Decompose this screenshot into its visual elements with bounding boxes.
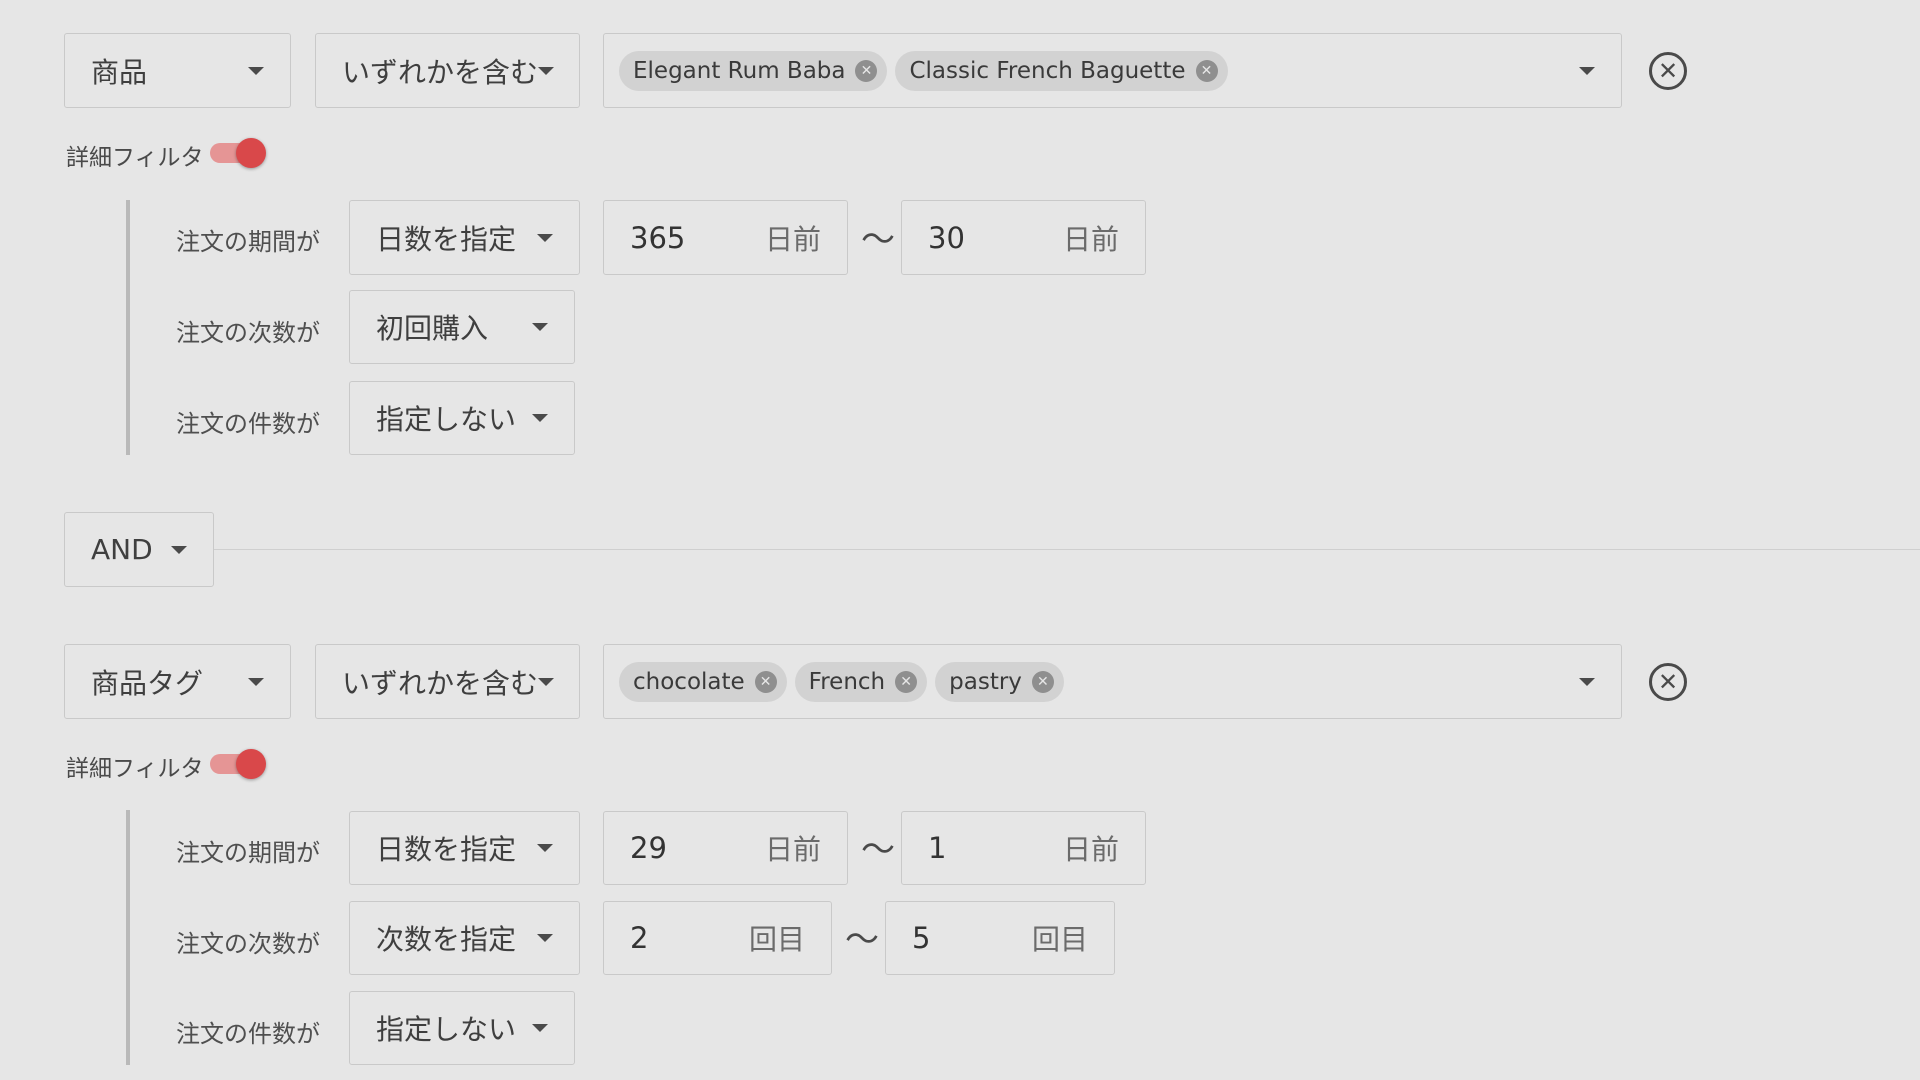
field-select[interactable]: 商品 xyxy=(64,33,291,108)
period-from-unit: 日前 xyxy=(764,222,821,256)
order-count-from-value: 2 xyxy=(630,921,649,955)
values-multiselect[interactable]: chocolate ✕ French ✕ pastry ✕ xyxy=(603,644,1622,719)
chip-list: chocolate ✕ French ✕ pastry ✕ xyxy=(604,661,1579,702)
order-count-to-value: 5 xyxy=(912,921,931,955)
logic-operator-label: AND xyxy=(91,533,153,566)
order-count-from-unit: 回目 xyxy=(748,923,805,956)
order-count-to-input[interactable]: 5 回目 xyxy=(885,901,1115,975)
range-tilde: 〜 xyxy=(845,920,879,960)
chip-close-icon[interactable]: ✕ xyxy=(855,59,878,82)
circle-x-icon[interactable]: ✕ xyxy=(1649,663,1687,701)
field-select-label: 商品タグ xyxy=(91,666,204,700)
period-from-input[interactable]: 29 日前 xyxy=(603,811,848,885)
period-to-value: 1 xyxy=(928,831,947,865)
period-to-value: 30 xyxy=(928,220,965,255)
caret-down-icon xyxy=(532,323,548,331)
period-from-input[interactable]: 365 日前 xyxy=(603,200,848,275)
value-chip: chocolate ✕ xyxy=(619,661,787,702)
order-count-select[interactable]: 初回購入 xyxy=(349,290,575,364)
period-mode-select[interactable]: 日数を指定 xyxy=(349,200,580,275)
detail-filter-label: 詳細フィルタ xyxy=(66,756,204,782)
order-count-select[interactable]: 次数を指定 xyxy=(349,901,580,975)
chip-close-icon[interactable]: ✕ xyxy=(895,670,918,693)
order-count-to-unit: 回目 xyxy=(1031,923,1088,956)
period-from-value: 365 xyxy=(630,220,686,255)
period-to-unit: 日前 xyxy=(1062,833,1119,866)
caret-down-icon xyxy=(171,545,187,554)
logic-divider xyxy=(214,549,1920,550)
chip-close-icon[interactable]: ✕ xyxy=(1031,670,1054,693)
order-number-label: 注文の件数が xyxy=(176,1020,320,1048)
order-number-select[interactable]: 指定しない xyxy=(349,991,575,1065)
detail-group-bar xyxy=(126,810,130,1065)
caret-down-icon xyxy=(532,1024,548,1032)
order-count-from-input[interactable]: 2 回目 xyxy=(603,901,832,975)
caret-down-icon xyxy=(537,233,553,242)
order-count-mode: 次数を指定 xyxy=(376,923,517,956)
chip-label: Elegant Rum Baba xyxy=(633,57,846,84)
caret-down-icon xyxy=(248,66,264,75)
period-to-input[interactable]: 1 日前 xyxy=(901,811,1146,885)
chip-list: Elegant Rum Baba ✕ Classic French Baguet… xyxy=(604,50,1579,91)
caret-down-icon xyxy=(538,66,555,75)
period-to-input[interactable]: 30 日前 xyxy=(901,200,1146,275)
range-tilde: 〜 xyxy=(861,220,895,260)
order-number-label: 注文の件数が xyxy=(176,410,320,438)
period-mode-label: 日数を指定 xyxy=(376,222,517,256)
period-to-unit: 日前 xyxy=(1062,222,1119,256)
caret-down-icon xyxy=(248,677,264,686)
order-count-label: 注文の次数が xyxy=(176,319,320,347)
value-chip: Classic French Baguette ✕ xyxy=(895,50,1228,91)
chip-label: pastry xyxy=(949,668,1022,695)
period-mode-select[interactable]: 日数を指定 xyxy=(349,811,580,885)
order-number-mode: 指定しない xyxy=(376,403,517,436)
range-tilde: 〜 xyxy=(861,830,895,870)
caret-down-icon xyxy=(537,934,553,942)
field-select-label: 商品 xyxy=(91,55,148,89)
period-from-unit: 日前 xyxy=(764,833,821,866)
field-select[interactable]: 商品タグ xyxy=(64,644,291,719)
chip-label: Classic French Baguette xyxy=(909,57,1186,84)
detail-filter-toggle[interactable] xyxy=(236,138,266,168)
period-from-value: 29 xyxy=(630,831,667,865)
period-label: 注文の期間が xyxy=(176,839,320,867)
detail-filter-label: 詳細フィルタ xyxy=(66,145,204,171)
chip-label: chocolate xyxy=(633,668,745,695)
chip-close-icon[interactable]: ✕ xyxy=(1195,59,1218,82)
caret-down-icon xyxy=(532,414,548,422)
detail-group-bar xyxy=(126,200,130,455)
operator-select-label: いずれかを含む xyxy=(342,55,539,89)
order-count-label: 注文の次数が xyxy=(176,930,320,958)
operator-select[interactable]: いずれかを含む xyxy=(315,33,580,108)
operator-select[interactable]: いずれかを含む xyxy=(315,644,580,719)
caret-down-icon xyxy=(538,677,555,686)
operator-select-label: いずれかを含む xyxy=(342,666,539,700)
chip-label: French xyxy=(808,668,886,695)
values-multiselect[interactable]: Elegant Rum Baba ✕ Classic French Baguet… xyxy=(603,33,1622,108)
order-number-select[interactable]: 指定しない xyxy=(349,381,575,455)
order-count-mode: 初回購入 xyxy=(376,312,489,345)
period-mode-label: 日数を指定 xyxy=(376,833,517,866)
value-chip: Elegant Rum Baba ✕ xyxy=(619,50,888,91)
circle-x-icon[interactable]: ✕ xyxy=(1649,52,1687,90)
value-chip: French ✕ xyxy=(794,661,928,702)
caret-down-icon[interactable] xyxy=(1579,677,1595,686)
logic-operator-select[interactable]: AND xyxy=(64,512,214,587)
caret-down-icon xyxy=(537,844,553,852)
period-label: 注文の期間が xyxy=(176,228,320,256)
chip-close-icon[interactable]: ✕ xyxy=(754,670,777,693)
caret-down-icon[interactable] xyxy=(1579,66,1595,75)
detail-filter-toggle[interactable] xyxy=(236,749,266,779)
value-chip: pastry ✕ xyxy=(935,661,1064,702)
order-number-mode: 指定しない xyxy=(376,1013,517,1046)
